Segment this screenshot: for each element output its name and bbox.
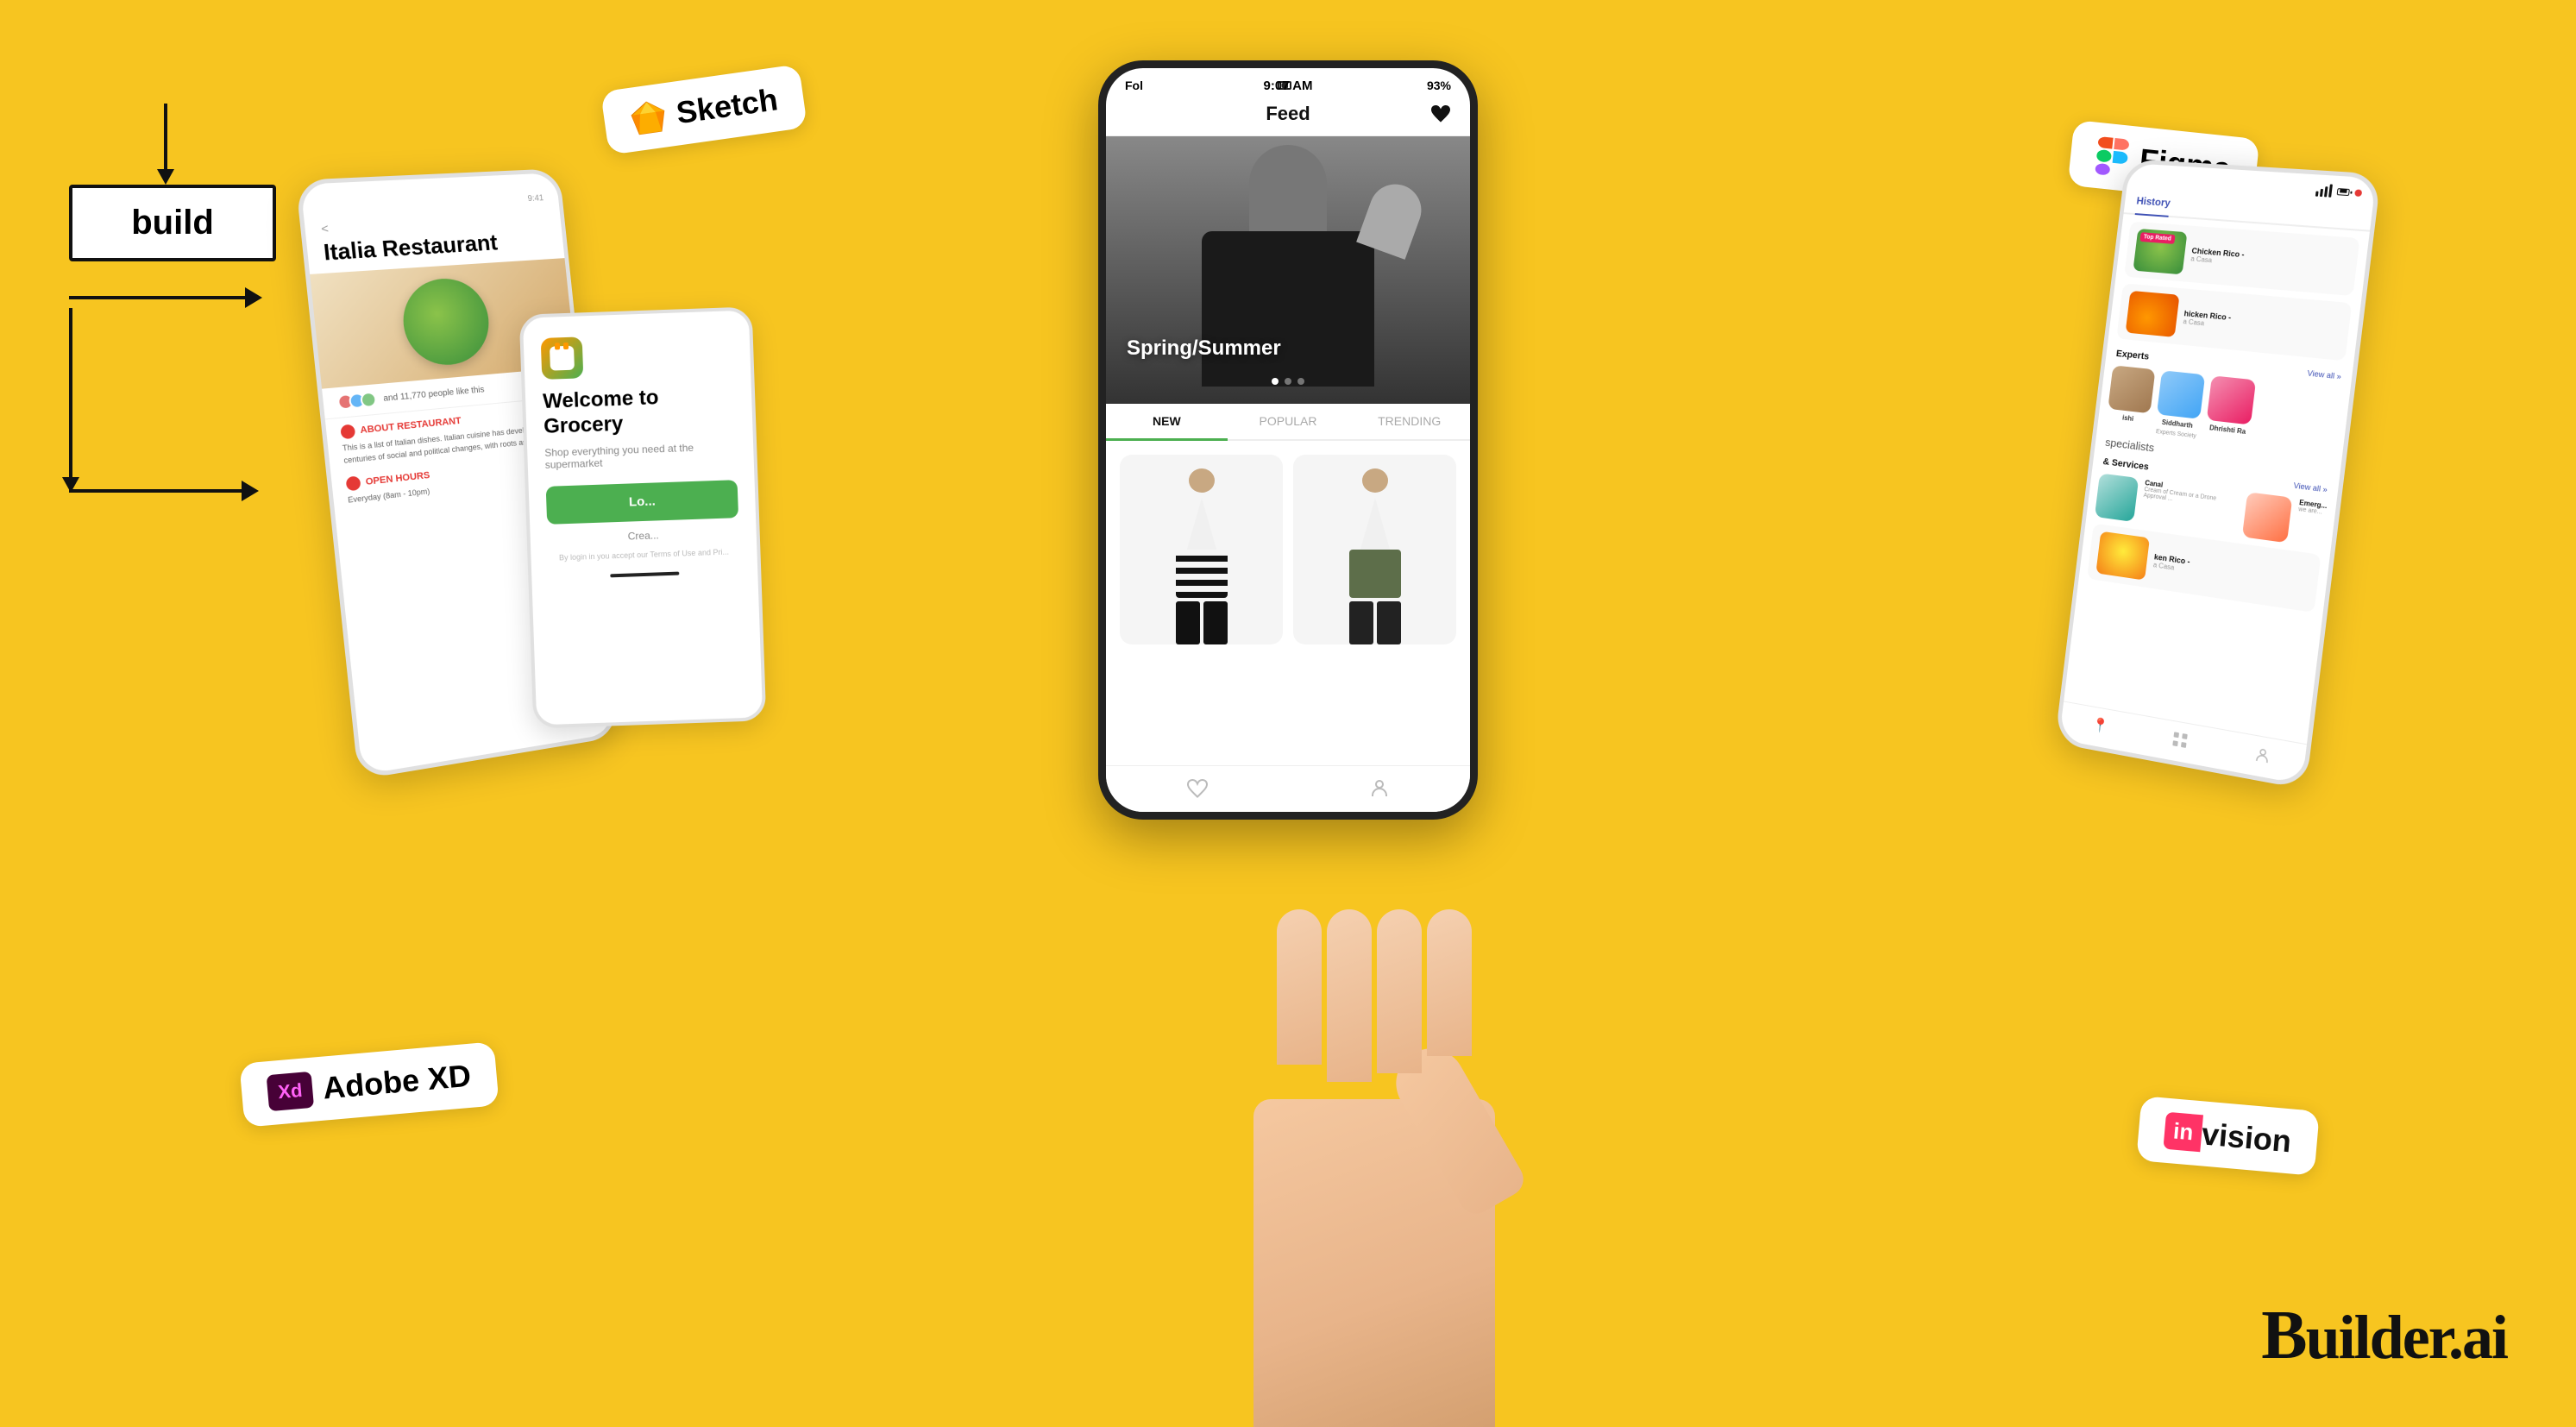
- center-phone: Fol 9:07 AM 93% Feed: [1098, 60, 1478, 820]
- expert-3: Dhrishti Ra: [2204, 375, 2256, 445]
- phone-products: [1106, 441, 1470, 658]
- builder-logo: Builder.ai: [2261, 1297, 2507, 1375]
- heart-icon: [1430, 104, 1451, 124]
- phone-header: Feed: [1106, 97, 1470, 136]
- product-1: [1120, 455, 1283, 644]
- build-box: build: [69, 185, 276, 261]
- hero-text: Spring/Summer: [1127, 336, 1281, 361]
- right-nav-grid[interactable]: [2170, 730, 2189, 754]
- phone-bottom-nav: [1106, 765, 1470, 812]
- right-food-card-1: Top Rated Chicken Rico ‐ a Casa: [2124, 222, 2359, 297]
- nav-person[interactable]: [1369, 778, 1390, 803]
- product-2: [1293, 455, 1456, 644]
- right-nav-location[interactable]: 📍: [2091, 716, 2109, 736]
- grocery-login-btn[interactable]: Lo...: [546, 480, 738, 525]
- right-phone: History Top Rated Chicken Rico ‐ a Casa …: [2055, 159, 2382, 789]
- phone-hero-image: Spring/Summer: [1106, 136, 1470, 404]
- tab-trending[interactable]: TRENDING: [1348, 404, 1470, 439]
- grocery-phone: Welcome to Grocery Shop everything you n…: [519, 306, 767, 728]
- phone-header-title: Feed: [1266, 103, 1310, 125]
- expert-1: ishi: [2105, 365, 2155, 433]
- sketch-badge: Sketch: [600, 64, 807, 155]
- hand-image: [1159, 823, 1590, 1427]
- tab-popular[interactable]: POPULAR: [1228, 404, 1349, 439]
- invision-badge: in vision: [2136, 1096, 2320, 1176]
- nav-heart[interactable]: [1187, 778, 1208, 803]
- right-nav-person[interactable]: [2252, 745, 2272, 770]
- expert-2: Siddharth Experts Society: [2154, 370, 2205, 439]
- figma-icon: [2095, 136, 2129, 178]
- phone-tabs: NEW POPULAR TRENDING: [1106, 404, 1470, 441]
- center-phone-container: Fol 9:07 AM 93% Feed: [1098, 60, 1478, 820]
- flow-diagram: build: [69, 104, 276, 501]
- tab-new[interactable]: NEW: [1106, 404, 1228, 441]
- adobexd-badge: Xd Adobe XD: [239, 1041, 499, 1128]
- xd-icon: Xd: [267, 1072, 315, 1111]
- invision-icon: in: [2163, 1112, 2203, 1153]
- sketch-icon: [628, 97, 669, 136]
- phone-status-bar: Fol 9:07 AM 93%: [1106, 68, 1470, 97]
